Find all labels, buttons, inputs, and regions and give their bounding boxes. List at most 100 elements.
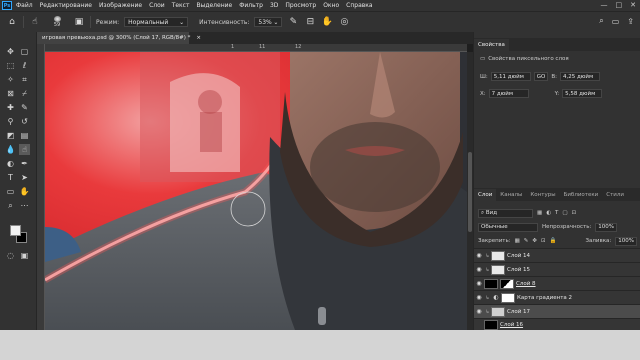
blur-tool-icon[interactable]: 💧 [5,144,16,155]
marquee-tool-icon[interactable]: ⬚ [5,60,16,71]
quick-select-tool-icon[interactable]: ✧ [5,74,16,85]
hand-tool-icon[interactable]: ✋ [19,186,30,197]
lock-artboard-icon[interactable]: ⊡ [541,238,546,244]
tab-styles[interactable]: Стили [602,189,628,201]
lock-position-icon[interactable]: ✥ [532,238,537,244]
eye-icon[interactable]: ◉ [474,252,484,259]
layer-row[interactable]: ◉ ↳ Слой 15 [474,262,640,276]
document-canvas[interactable] [45,52,467,330]
menu-text[interactable]: Текст [172,2,190,9]
menu-3d[interactable]: 3D [270,2,278,9]
menu-bar: Ps Файл Редактирование Изображение Слои … [0,0,640,11]
move-tool-icon[interactable]: ✥ [5,46,16,57]
mode-select[interactable]: Нормальный ⌄ [124,17,189,27]
scrollbar-thumb[interactable] [468,152,472,232]
pen-tool-icon[interactable]: ✒ [19,158,30,169]
home-icon[interactable]: ⌂ [6,16,18,28]
tab-libraries[interactable]: Библиотеки [560,189,603,201]
workspace-icon[interactable]: ▭ [612,17,620,26]
layer-row[interactable]: ◉ ↳ Слой 17 [474,304,640,318]
brush-panel-icon[interactable]: ▣ [73,16,85,28]
pressure-size-icon[interactable]: ◎ [338,16,350,28]
menu-help[interactable]: Справка [346,2,372,9]
brush-preset-picker[interactable]: 59 [46,16,68,28]
tab-paths[interactable]: Контуры [526,189,559,201]
filter-type-icon[interactable]: T [555,210,558,216]
screen-mode-icon[interactable]: ▣ [19,250,30,261]
layer-filter-value: Вид [485,210,497,216]
lock-transparency-icon[interactable]: ▦ [515,238,520,244]
path-select-tool-icon[interactable]: ➤ [19,172,30,183]
brush-tool-icon[interactable]: ✎ [19,102,30,113]
menu-layers[interactable]: Слои [149,2,165,9]
intensity-field[interactable]: 53% ⌄ [254,17,283,27]
x-field[interactable]: 7 дюйм [488,89,529,98]
eyedropper-tool-icon[interactable]: ⌿ [19,88,30,99]
layer-row[interactable]: ◉ Слой 8 [474,276,640,290]
maximize-button[interactable]: □ [616,1,623,9]
filter-adjust-icon[interactable]: ◐ [546,210,551,216]
tab-channels[interactable]: Каналы [496,189,526,201]
pressure-icon[interactable]: ✎ [287,16,299,28]
brush-size-value: 59 [53,22,61,28]
fill-field[interactable]: 100% [615,236,637,246]
close-tab-icon[interactable]: × [196,35,201,41]
foreground-color-swatch[interactable] [10,225,21,236]
gradient-tool-icon[interactable]: ▤ [19,130,30,141]
lasso-tool-icon[interactable]: ℓ [19,60,30,71]
menu-view[interactable]: Просмотр [285,2,316,9]
artboard-tool-icon[interactable]: ▢ [19,46,30,57]
smudge-tool-icon[interactable]: ☝ [29,16,41,28]
layer-filter-select[interactable]: ⌕ Вид [478,208,533,218]
eye-icon[interactable]: ◉ [474,266,484,273]
eye-icon[interactable]: ◉ [474,294,484,301]
history-brush-tool-icon[interactable]: ↺ [19,116,30,127]
menu-filter[interactable]: Фильтр [239,2,263,9]
menu-window[interactable]: Окно [323,2,339,9]
filter-smart-icon[interactable]: ⊡ [572,210,577,216]
share-icon[interactable]: ⇪ [627,17,634,26]
y-field[interactable]: 5,58 дюйм [562,89,603,98]
layer-row[interactable]: ◉ ↳ ◐ Карта градиента 2 [474,290,640,304]
healing-tool-icon[interactable]: ✚ [5,102,16,113]
layer-row[interactable]: Слой 16 [474,318,640,330]
lock-pixels-icon[interactable]: ✎ [524,238,529,244]
divider [23,16,24,28]
lock-all-icon[interactable]: 🔒 [550,238,557,244]
tab-layers[interactable]: Слои [474,189,497,201]
eraser-tool-icon[interactable]: ◩ [5,130,16,141]
opacity-field[interactable]: 100% [595,222,618,232]
menu-select[interactable]: Выделение [196,2,232,9]
width-field[interactable]: 5,11 дюйм [490,72,531,81]
smudge-tool-icon[interactable]: ☝ [19,144,30,155]
minimize-button[interactable]: — [601,1,608,9]
close-button[interactable]: ✕ [630,1,636,9]
dodge-tool-icon[interactable]: ◐ [5,158,16,169]
tab-properties[interactable]: Свойства [474,39,509,51]
finger-painting-icon[interactable]: ✋ [321,16,333,28]
stamp-tool-icon[interactable]: ⚲ [5,116,16,127]
eye-icon[interactable]: ◉ [474,280,484,287]
filter-pixel-icon[interactable]: ▦ [537,210,542,216]
menu-file[interactable]: Файл [16,2,33,9]
filter-shape-icon[interactable]: ▢ [562,210,567,216]
shape-tool-icon[interactable]: ▭ [5,186,16,197]
options-right: ⌕ ▭ ⇪ [599,16,634,26]
menu-image[interactable]: Изображение [99,2,142,9]
more-tools-icon[interactable]: ⋯ [19,200,30,211]
quick-mask-icon[interactable]: ◌ [5,250,16,261]
frame-tool-icon[interactable]: ⊠ [5,88,16,99]
eye-icon[interactable]: ◉ [474,308,484,315]
blend-mode-select[interactable]: Обычные [478,222,538,232]
link-dimensions-button[interactable]: GO [533,72,549,81]
document-tab[interactable]: игровая превьюха.psd @ 300% (Слой 17, RG… [37,32,201,44]
height-field[interactable]: 4,25 дюйм [559,72,600,81]
photoshop-logo-icon: Ps [2,1,12,10]
menu-edit[interactable]: Редактирование [40,2,92,9]
sample-all-layers-icon[interactable]: ⊟ [304,16,316,28]
crop-tool-icon[interactable]: ⌗ [19,74,30,85]
layer-row[interactable]: ◉ ↳ Слой 14 [474,248,640,262]
zoom-tool-icon[interactable]: ⌕ [5,200,16,211]
type-tool-icon[interactable]: T [5,172,16,183]
search-icon[interactable]: ⌕ [599,16,603,26]
